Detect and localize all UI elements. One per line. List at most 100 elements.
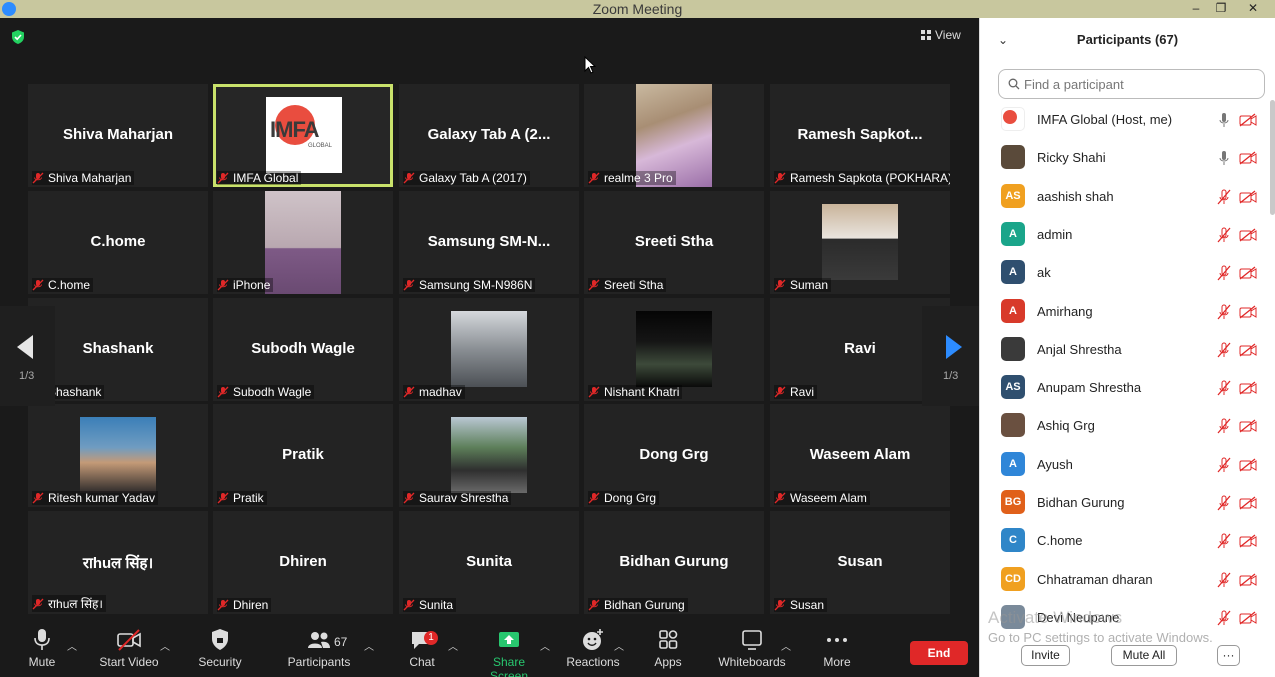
muted-mic-icon[interactable] bbox=[1217, 342, 1231, 358]
chat-options-caret[interactable]: ︿ bbox=[448, 638, 458, 653]
participant-row[interactable]: BG Bidhan Gurung bbox=[980, 484, 1270, 522]
muted-mic-icon[interactable] bbox=[1217, 304, 1231, 320]
video-off-icon[interactable] bbox=[1239, 419, 1257, 433]
video-off-icon[interactable] bbox=[1239, 304, 1257, 319]
security-button[interactable]: Security bbox=[198, 628, 242, 669]
encryption-shield-icon[interactable] bbox=[11, 30, 25, 44]
video-tile[interactable]: Waseem Alam Waseem Alam bbox=[770, 404, 950, 507]
video-tile[interactable]: realme 3 Pro bbox=[584, 84, 764, 187]
more-button[interactable]: More bbox=[821, 628, 853, 669]
muted-mic-icon[interactable] bbox=[1217, 418, 1231, 434]
video-tile[interactable]: madhav bbox=[399, 298, 579, 401]
muted-mic-icon[interactable] bbox=[1217, 189, 1231, 205]
whiteboards-options-caret[interactable]: ︿ bbox=[781, 638, 791, 653]
video-off-icon[interactable] bbox=[1239, 534, 1257, 548]
video-tile[interactable]: Dong Grg Dong Grg bbox=[584, 404, 764, 507]
share-screen-button[interactable]: Share Screen bbox=[474, 628, 544, 677]
apps-button[interactable]: Apps bbox=[650, 628, 686, 669]
whiteboards-button[interactable]: Whiteboards bbox=[717, 628, 787, 669]
video-off-icon[interactable] bbox=[1239, 611, 1257, 625]
muted-mic-icon[interactable] bbox=[1217, 457, 1231, 473]
participants-options-caret[interactable]: ︿ bbox=[364, 638, 374, 653]
video-options-caret[interactable]: ︿ bbox=[160, 638, 170, 653]
video-tile[interactable]: Ritesh kumar Yadav bbox=[28, 404, 208, 507]
participant-row[interactable]: Aak bbox=[980, 254, 1270, 292]
reactions-button[interactable]: Reactions bbox=[566, 628, 620, 669]
video-tile[interactable]: Subodh Wagle Subodh Wagle bbox=[213, 298, 393, 401]
video-tile[interactable]: C.home C.home bbox=[28, 191, 208, 294]
video-off-icon[interactable] bbox=[1239, 190, 1257, 204]
video-off-icon[interactable] bbox=[1239, 343, 1257, 357]
view-button[interactable]: View bbox=[921, 28, 969, 46]
video-off-icon[interactable] bbox=[1239, 266, 1257, 280]
microphone-icon[interactable] bbox=[1217, 150, 1231, 166]
video-tile[interactable]: IMFA GLOBAL IMFA Global bbox=[213, 84, 393, 187]
video-tile[interactable]: Saurav Shrestha bbox=[399, 404, 579, 507]
video-off-icon[interactable] bbox=[1239, 458, 1257, 472]
participant-row[interactable]: Ashiq Grg bbox=[980, 407, 1270, 445]
muted-mic-icon[interactable] bbox=[1217, 495, 1231, 511]
arrow-left-icon bbox=[17, 335, 33, 359]
participant-row[interactable]: Ricky Shahi bbox=[980, 139, 1270, 177]
previous-page-button[interactable]: 1/3 bbox=[0, 306, 55, 406]
video-tile[interactable]: Galaxy Tab A (2... Galaxy Tab A (2017) bbox=[399, 84, 579, 187]
end-meeting-button[interactable]: End bbox=[910, 641, 968, 665]
participant-search-input[interactable]: Find a participant bbox=[998, 69, 1265, 99]
participant-row[interactable]: A Amirhang bbox=[980, 293, 1270, 331]
muted-mic-icon[interactable] bbox=[1217, 533, 1231, 549]
tile-name-text: राhuल सिंह। bbox=[48, 597, 103, 611]
video-off-icon[interactable] bbox=[1239, 381, 1257, 395]
video-tile[interactable]: Bidhan Gurung Bidhan Gurung bbox=[584, 511, 764, 614]
video-tile[interactable]: Ramesh Sapkot... Ramesh Sapkota (POKHARA) bbox=[770, 84, 950, 187]
tile-name-text: Ravi bbox=[790, 385, 815, 399]
close-button[interactable]: ✕ bbox=[1238, 0, 1268, 18]
restore-button[interactable]: ❐ bbox=[1206, 0, 1236, 18]
video-tile[interactable]: Sunita Sunita bbox=[399, 511, 579, 614]
participant-row[interactable]: A Ayush bbox=[980, 446, 1270, 484]
muted-mic-icon[interactable] bbox=[1217, 227, 1231, 243]
participant-row[interactable]: IMFA Global (Host, me) bbox=[980, 101, 1270, 139]
muted-mic-icon[interactable] bbox=[1217, 610, 1231, 626]
participant-row[interactable]: CD Chhatraman dharan bbox=[980, 561, 1270, 599]
mute-all-button[interactable]: Mute All bbox=[1111, 645, 1177, 666]
video-off-icon[interactable] bbox=[1239, 113, 1257, 127]
start-video-button[interactable]: Start Video bbox=[98, 628, 160, 669]
video-tile[interactable]: Pratik Pratik bbox=[213, 404, 393, 507]
muted-mic-icon[interactable] bbox=[1217, 265, 1231, 281]
muted-mic-icon[interactable] bbox=[1217, 380, 1231, 396]
panel-more-button[interactable]: ··· bbox=[1217, 645, 1240, 666]
video-tile[interactable]: iPhone bbox=[213, 191, 393, 294]
video-tile[interactable]: Samsung SM-N... Samsung SM-N986N bbox=[399, 191, 579, 294]
video-off-icon[interactable] bbox=[1239, 573, 1257, 587]
mute-button[interactable]: Mute bbox=[25, 628, 59, 669]
zoom-window: Zoom Meeting – ❐ ✕ View Shiva Maharjan Sh… bbox=[0, 0, 1275, 677]
share-options-caret[interactable]: ︿ bbox=[540, 638, 550, 653]
video-tile[interactable]: Shiva Maharjan Shiva Maharjan bbox=[28, 84, 208, 187]
video-tile[interactable]: Dhiren Dhiren bbox=[213, 511, 393, 614]
participant-list-scrollbar[interactable] bbox=[1270, 100, 1275, 215]
video-tile[interactable]: Nishant Khatri bbox=[584, 298, 764, 401]
video-tile[interactable]: Suman bbox=[770, 191, 950, 294]
video-off-icon[interactable] bbox=[1239, 151, 1257, 165]
participant-row[interactable]: Anjal Shrestha bbox=[980, 331, 1270, 369]
next-page-button[interactable]: 1/3 bbox=[922, 306, 979, 406]
participant-row[interactable]: C C.home bbox=[980, 522, 1270, 560]
participant-row[interactable]: AS Anupam Shrestha bbox=[980, 369, 1270, 407]
invite-button[interactable]: Invite bbox=[1021, 645, 1070, 666]
muted-mic-icon[interactable] bbox=[1217, 572, 1231, 588]
participant-video-frame bbox=[636, 311, 712, 387]
participant-name: Anjal Shrestha bbox=[1037, 341, 1122, 357]
video-tile[interactable]: राhuल सिंह। राhuल सिंह। bbox=[28, 511, 208, 614]
audio-options-caret[interactable]: ︿ bbox=[67, 638, 77, 653]
video-tile[interactable]: Susan Susan bbox=[770, 511, 950, 614]
video-off-icon[interactable] bbox=[1239, 496, 1257, 510]
video-tile[interactable]: Shashank Shashank bbox=[28, 298, 208, 401]
participant-row[interactable]: AS aashish shah bbox=[980, 178, 1270, 216]
imfa-avatar-logo bbox=[1003, 110, 1017, 124]
reactions-options-caret[interactable]: ︿ bbox=[614, 638, 624, 653]
participant-row[interactable]: Aadmin bbox=[980, 216, 1270, 254]
search-placeholder: Find a participant bbox=[1024, 77, 1124, 92]
video-tile[interactable]: Sreeti Stha Sreeti Stha bbox=[584, 191, 764, 294]
video-off-icon[interactable] bbox=[1239, 228, 1257, 242]
microphone-icon[interactable] bbox=[1217, 112, 1231, 128]
